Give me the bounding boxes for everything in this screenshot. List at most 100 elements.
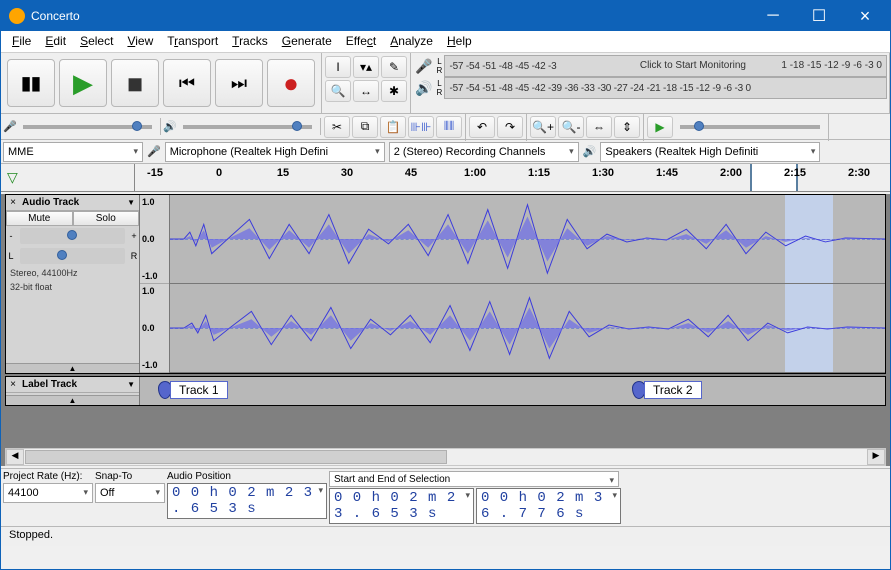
mic-slider-icon: 🎤 (3, 120, 17, 133)
audio-track: × Audio Track ▼ Mute Solo -+ LR Stereo, … (5, 194, 886, 374)
zoom-tool[interactable]: 🔍 (325, 80, 351, 102)
menubar: File Edit Select View Transport Tracks G… (1, 31, 890, 53)
track-format-1: Stereo, 44100Hz (6, 266, 139, 280)
timeshift-tool[interactable]: ↔ (353, 80, 379, 102)
waveform-left[interactable] (170, 195, 885, 284)
cursor-arrow-icon: ▽ (7, 169, 18, 186)
device-toolbar: MME 🎤 Microphone (Realtek High Defini 2 … (1, 140, 890, 164)
scroll-left[interactable]: ◀ (6, 449, 24, 465)
label-2[interactable]: Track 2 (632, 381, 702, 399)
menu-select[interactable]: Select (73, 31, 120, 52)
audio-position-field[interactable]: 0 0 h 0 2 m 2 3 . 6 5 3 s (167, 483, 327, 519)
fit-project-button[interactable]: ⇕ (614, 116, 640, 138)
host-select[interactable]: MME (3, 142, 143, 162)
waveform-display[interactable] (170, 195, 885, 373)
stop-button[interactable]: ◼ (111, 59, 159, 107)
track-menu-dropdown[interactable]: ▼ (123, 198, 139, 207)
play-at-speed-button[interactable]: ▶ (647, 116, 673, 138)
label-track-name[interactable]: Label Track (20, 379, 123, 390)
skip-start-button[interactable]: ⏮ (163, 59, 211, 107)
track-close-button[interactable]: × (6, 197, 20, 208)
undo-button[interactable]: ↶ (469, 116, 495, 138)
solo-button[interactable]: Solo (73, 211, 140, 226)
scroll-right[interactable]: ▶ (867, 449, 885, 465)
input-device-select[interactable]: Microphone (Realtek High Defini (165, 142, 385, 162)
pan-slider[interactable] (20, 248, 125, 264)
draw-tool[interactable]: ✎ (381, 56, 407, 78)
status-bar: Stopped. (1, 526, 890, 546)
pause-button[interactable]: ▮▮ (7, 59, 55, 107)
horizontal-scrollbar[interactable]: ◀ ▶ (5, 448, 886, 466)
label-track-close[interactable]: × (6, 379, 20, 390)
project-rate-select[interactable]: 44100 (3, 483, 93, 503)
play-lr-label: LR (434, 79, 444, 97)
menu-transport[interactable]: Transport (160, 31, 225, 52)
track-collapse-button[interactable]: ▲ (6, 363, 139, 373)
gain-slider[interactable] (20, 228, 125, 244)
titlebar: Concerto ─ ☐ × (1, 1, 890, 31)
speed-slider[interactable] (680, 125, 820, 129)
minimize-button[interactable]: ─ (750, 1, 796, 31)
selection-start-field[interactable]: 0 0 h 0 2 m 2 3 . 6 5 3 s (329, 488, 474, 524)
main-toolbar: ▮▮ ▶ ◼ ⏮ ⏭ ● I ▾▴ ✎ 🔍 ↔ ✱ 🎤 LR -57 -54 -… (1, 53, 890, 114)
cut-button[interactable]: ✂ (324, 116, 350, 138)
label-track-dropdown[interactable]: ▼ (123, 380, 139, 389)
paste-button[interactable]: 📋 (380, 116, 406, 138)
playback-meter[interactable]: -57 -54 -51 -48 -45 -42 -39 -36 -33 -30 … (444, 77, 887, 99)
app-logo (9, 8, 25, 24)
record-button[interactable]: ● (267, 59, 315, 107)
redo-button[interactable]: ↷ (497, 116, 523, 138)
timeline-ruler[interactable]: ▽ -15 0 15 30 45 1:00 1:15 1:30 1:45 2:0… (1, 164, 890, 192)
menu-generate[interactable]: Generate (275, 31, 339, 52)
track-format-2: 32-bit float (6, 280, 139, 294)
mute-button[interactable]: Mute (6, 211, 73, 226)
rec-volume-slider[interactable] (23, 125, 152, 129)
label-1[interactable]: Track 1 (158, 381, 228, 399)
silence-button[interactable]: ⦀⦀ (436, 116, 462, 138)
close-button[interactable]: × (842, 1, 888, 31)
secondary-toolbar: 🎤 🔊 ✂ ⧉ 📋 ⊪⊪ ⦀⦀ ↶ ↷ 🔍+ 🔍- ⇔ ⇕ ▶ (1, 114, 890, 140)
menu-tracks[interactable]: Tracks (225, 31, 275, 52)
snap-select[interactable]: Off (95, 483, 165, 503)
record-meter[interactable]: -57 -54 -51 -48 -45 -42 -3 Click to Star… (444, 55, 887, 77)
menu-file[interactable]: File (5, 31, 38, 52)
selection-tool[interactable]: I (325, 56, 351, 78)
menu-analyze[interactable]: Analyze (383, 31, 440, 52)
amplitude-scale: 1.00.0-1.0 1.00.0-1.0 (140, 195, 170, 373)
fit-selection-button[interactable]: ⇔ (586, 116, 612, 138)
label-lane[interactable]: Track 1 Track 2 (140, 377, 885, 405)
menu-view[interactable]: View (120, 31, 160, 52)
zoom-in-button[interactable]: 🔍+ (530, 116, 556, 138)
waveform-right[interactable] (170, 284, 885, 373)
channels-select[interactable]: 2 (Stereo) Recording Channels (389, 142, 579, 162)
maximize-button[interactable]: ☐ (796, 1, 842, 31)
copy-button[interactable]: ⧉ (352, 116, 378, 138)
multi-tool[interactable]: ✱ (381, 80, 407, 102)
speaker-slider-icon: 🔊 (163, 120, 177, 133)
zoom-out-button[interactable]: 🔍- (558, 116, 584, 138)
label-track-collapse[interactable]: ▲ (6, 395, 139, 405)
envelope-tool[interactable]: ▾▴ (353, 56, 379, 78)
trim-button[interactable]: ⊪⊪ (408, 116, 434, 138)
selection-toolbar: Project Rate (Hz): 44100 Snap-To Off Aud… (1, 468, 890, 526)
audio-pos-label: Audio Position (167, 471, 327, 482)
menu-edit[interactable]: Edit (38, 31, 73, 52)
rec-lr-label: LR (434, 57, 444, 75)
speaker-dev-icon: 🔊 (583, 145, 597, 158)
speaker-icon: 🔊 (415, 80, 432, 97)
window-title: Concerto (31, 9, 750, 23)
track-area: × Audio Track ▼ Mute Solo -+ LR Stereo, … (1, 194, 890, 466)
skip-end-button[interactable]: ⏭ (215, 59, 263, 107)
track-name[interactable]: Audio Track (20, 197, 123, 208)
menu-effect[interactable]: Effect (339, 31, 383, 52)
play-volume-slider[interactable] (183, 125, 312, 129)
scroll-thumb[interactable] (25, 450, 447, 464)
menu-help[interactable]: Help (440, 31, 479, 52)
selection-end-field[interactable]: 0 0 h 0 2 m 3 6 . 7 7 6 s (476, 488, 621, 524)
play-button[interactable]: ▶ (59, 59, 107, 107)
range-mode-select[interactable]: Start and End of Selection (329, 471, 619, 487)
output-device-select[interactable]: Speakers (Realtek High Definiti (600, 142, 820, 162)
label-track: × Label Track ▼ ▲ Track 1 Track 2 (5, 376, 886, 406)
track-panel: × Audio Track ▼ Mute Solo -+ LR Stereo, … (6, 195, 140, 373)
project-rate-label: Project Rate (Hz): (3, 471, 93, 482)
